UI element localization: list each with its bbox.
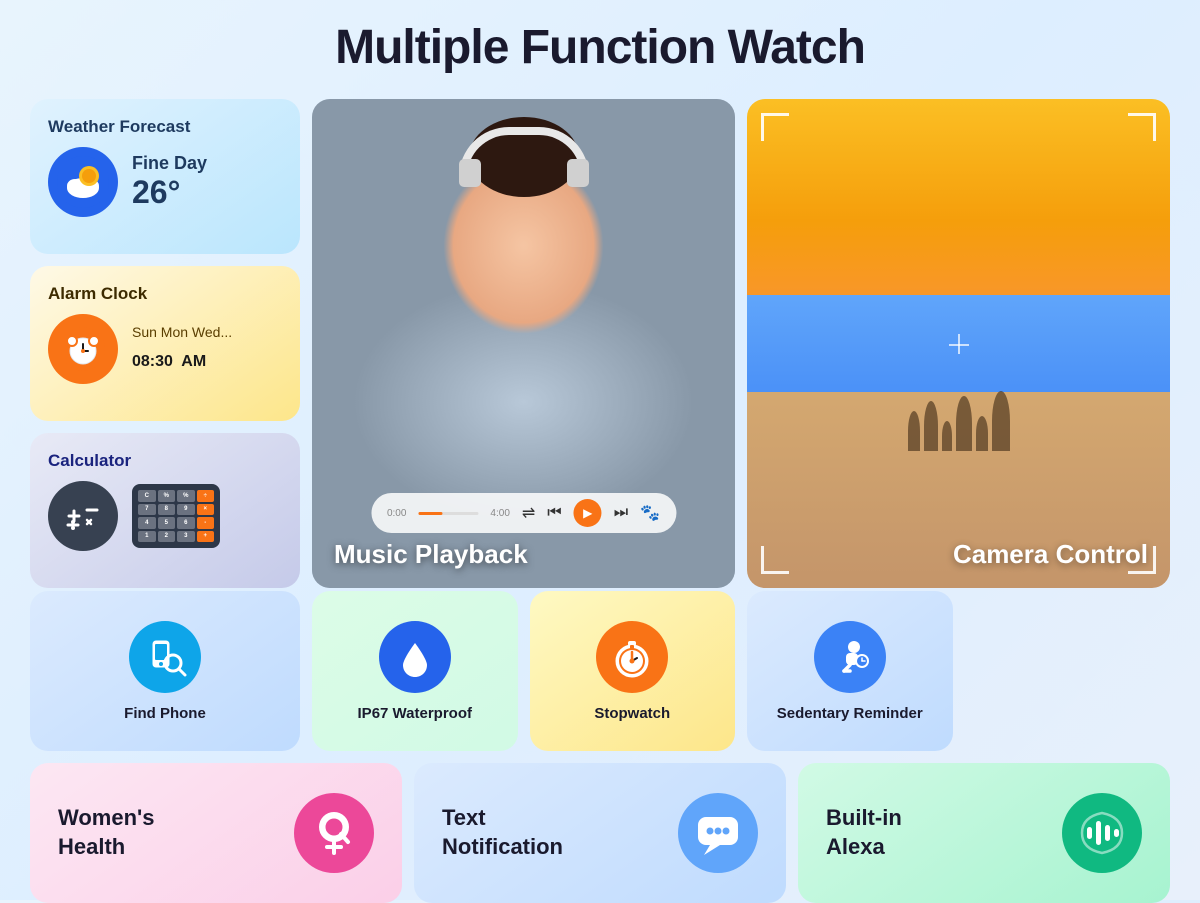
alarm-days: Sun Mon Wed... bbox=[132, 324, 232, 340]
alarm-icon bbox=[48, 314, 118, 384]
alarm-title: Alarm Clock bbox=[48, 284, 282, 304]
camera-scene-people bbox=[747, 391, 1170, 451]
weather-condition: Fine Day bbox=[132, 153, 207, 174]
weather-temperature: 26° bbox=[132, 174, 207, 211]
page-title: Multiple Function Watch bbox=[335, 20, 865, 75]
music-play-btn[interactable]: ▶ bbox=[574, 499, 602, 527]
music-next-btn[interactable]: ⏭ bbox=[614, 504, 628, 522]
calculator-icon bbox=[48, 481, 118, 551]
music-prev-btn[interactable]: ⏮ bbox=[547, 504, 561, 522]
music-card: 0:00 4:00 ⇌ ⏮ ▶ ⏭ 🐾 Music Playback bbox=[312, 99, 735, 588]
womens-health-icon bbox=[294, 793, 374, 873]
left-column: Weather Forecast bbox=[30, 99, 300, 588]
calculator-title: Calculator bbox=[48, 451, 282, 471]
weather-icon bbox=[48, 147, 118, 217]
alarm-time: 08:30 AM bbox=[132, 340, 232, 374]
find-phone-label: Find Phone bbox=[124, 705, 206, 722]
camera-corner-bl bbox=[761, 546, 789, 574]
music-controls: 0:00 4:00 ⇌ ⏮ ▶ ⏭ 🐾 bbox=[371, 493, 676, 533]
waterproof-label: IP67 Waterproof bbox=[358, 705, 472, 722]
sedentary-card: Sedentary Reminder bbox=[747, 591, 953, 751]
find-phone-icon bbox=[129, 621, 201, 693]
alexa-label: Built-inAlexa bbox=[826, 804, 1042, 861]
alarm-card: Alarm Clock bbox=[30, 266, 300, 421]
stopwatch-label: Stopwatch bbox=[594, 705, 670, 722]
camera-corner-tl bbox=[761, 113, 789, 141]
stopwatch-card: Stopwatch bbox=[530, 591, 736, 751]
camera-corner-tr bbox=[1128, 113, 1156, 141]
camera-label: Camera Control bbox=[953, 539, 1148, 570]
womens-health-card: Women'sHealth bbox=[30, 763, 402, 903]
waterproof-card: IP67 Waterproof bbox=[312, 591, 518, 751]
calculator-card: Calculator bbox=[30, 433, 300, 588]
calculator-grid: C % % ÷ 7 8 9 × 4 5 6 - bbox=[132, 484, 220, 548]
music-time-end: 4:00 bbox=[490, 508, 509, 519]
stopwatch-icon bbox=[596, 621, 668, 693]
sedentary-label: Sedentary Reminder bbox=[777, 705, 923, 722]
music-repeat-btn[interactable]: 🐾 bbox=[640, 503, 660, 523]
text-notification-card: TextNotification bbox=[414, 763, 786, 903]
womens-health-label: Women'sHealth bbox=[58, 804, 274, 861]
bottom-row: Women'sHealth TextNotification bbox=[30, 763, 1170, 903]
sedentary-icon bbox=[814, 621, 886, 693]
alexa-card: Built-inAlexa bbox=[798, 763, 1170, 903]
music-time-start: 0:00 bbox=[387, 508, 406, 519]
text-notification-icon bbox=[678, 793, 758, 873]
camera-card: Camera Control bbox=[747, 99, 1170, 588]
text-notification-label: TextNotification bbox=[442, 804, 658, 861]
alexa-icon bbox=[1062, 793, 1142, 873]
waterproof-icon bbox=[379, 621, 451, 693]
music-label: Music Playback bbox=[334, 539, 528, 570]
weather-card: Weather Forecast bbox=[30, 99, 300, 254]
music-shuffle-btn[interactable]: ⇌ bbox=[522, 503, 535, 523]
find-phone-card: Find Phone bbox=[30, 591, 300, 751]
weather-title: Weather Forecast bbox=[48, 117, 282, 137]
